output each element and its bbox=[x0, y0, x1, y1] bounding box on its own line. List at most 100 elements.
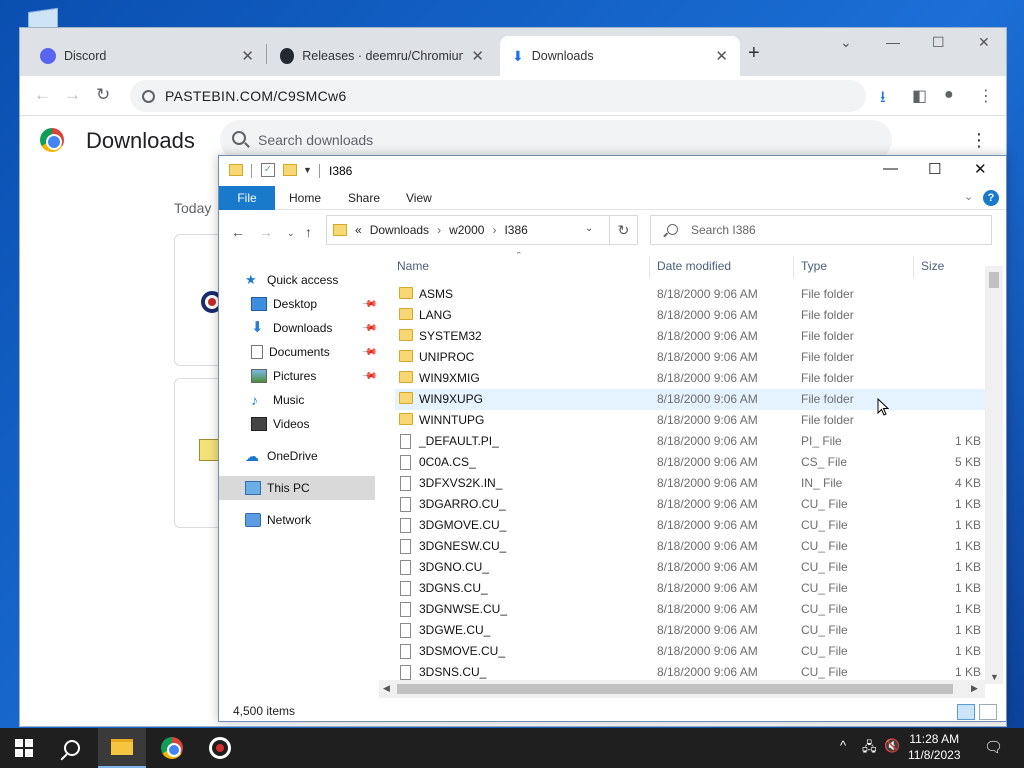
tab-releases[interactable]: Releases · deemru/Chromium-G ✕ bbox=[268, 36, 496, 76]
horizontal-scrollbar[interactable]: ◀ ▶ bbox=[379, 680, 985, 698]
nav-item-onedrive[interactable]: ☁ OneDrive bbox=[219, 444, 375, 468]
downloads-search-input[interactable]: Search downloads bbox=[220, 120, 892, 160]
nav-item-music[interactable]: ♪ Music bbox=[219, 388, 375, 412]
recent-locations-icon[interactable]: ⌄ bbox=[287, 228, 295, 239]
forward-button[interactable]: → bbox=[259, 224, 273, 240]
close-window-button[interactable]: ✕ bbox=[978, 34, 990, 51]
minimize-button[interactable]: — bbox=[883, 160, 898, 177]
breadcrumb-overflow[interactable]: « bbox=[355, 223, 362, 237]
taskbar-chrome[interactable] bbox=[148, 728, 196, 768]
breadcrumb-i386[interactable]: I386 bbox=[504, 223, 527, 237]
new-tab-button[interactable]: + bbox=[748, 42, 760, 65]
vertical-scrollbar[interactable]: ▼ bbox=[985, 266, 1003, 684]
address-bar[interactable]: « Downloads › w2000 › I386 ⌄ bbox=[326, 215, 610, 245]
table-row[interactable]: 3DGNESW.CU_ 8/18/2000 9:06 AM CU_ File 1 KB bbox=[395, 536, 985, 557]
table-row[interactable]: 3DGARRO.CU_ 8/18/2000 9:06 AM CU_ File 1 KB bbox=[395, 494, 985, 515]
ribbon-tab-file[interactable]: File bbox=[219, 186, 275, 210]
refresh-button[interactable]: ↻ bbox=[610, 215, 638, 245]
table-row[interactable]: SYSTEM32 8/18/2000 9:06 AM File folder bbox=[395, 326, 985, 347]
details-view-icon[interactable] bbox=[957, 704, 975, 720]
table-row[interactable]: 0C0A.CS_ 8/18/2000 9:06 AM CS_ File 5 KB bbox=[395, 452, 985, 473]
table-row[interactable]: 3DGNWSE.CU_ 8/18/2000 9:06 AM CU_ File 1 KB bbox=[395, 599, 985, 620]
taskbar-chromium[interactable] bbox=[196, 728, 244, 768]
table-row[interactable]: 3DGWE.CU_ 8/18/2000 9:06 AM CU_ File 1 KB bbox=[395, 620, 985, 641]
scroll-right-arrow-icon[interactable]: ▶ bbox=[971, 683, 978, 694]
notification-center-icon[interactable]: 🗨 bbox=[984, 738, 1003, 756]
volume-muted-icon[interactable]: 🔇 bbox=[884, 738, 900, 754]
pin-icon[interactable]: 📌 bbox=[361, 344, 378, 361]
ribbon-tab-view[interactable]: View bbox=[406, 191, 432, 205]
table-row[interactable]: _DEFAULT.PI_ 8/18/2000 9:06 AM PI_ File 1 K… bbox=[395, 431, 985, 452]
expand-ribbon-icon[interactable]: ⌄ bbox=[964, 190, 973, 203]
back-button[interactable]: ← bbox=[231, 224, 245, 240]
start-button[interactable] bbox=[0, 728, 48, 768]
breadcrumb-w2000[interactable]: w2000 bbox=[449, 223, 484, 237]
tab-downloads[interactable]: ⬇ Downloads ✕ bbox=[500, 36, 740, 76]
help-icon[interactable]: ? bbox=[983, 190, 999, 206]
column-separator[interactable] bbox=[913, 256, 914, 278]
nav-item-quick-access[interactable]: ★ Quick access bbox=[219, 268, 375, 292]
nav-item-downloads[interactable]: ⬇ Downloads 📌 bbox=[219, 316, 378, 340]
side-panel-icon[interactable]: ◧ bbox=[912, 86, 927, 106]
minimize-button[interactable]: — bbox=[886, 34, 900, 50]
maximize-button[interactable]: ☐ bbox=[932, 34, 945, 51]
properties-icon[interactable]: ✓ bbox=[261, 163, 275, 177]
table-row[interactable]: 3DGNS.CU_ 8/18/2000 9:06 AM CU_ File 1 KB bbox=[395, 578, 985, 599]
table-row[interactable]: WIN9XUPG 8/18/2000 9:06 AM File folder bbox=[395, 389, 985, 410]
address-bar[interactable]: PASTEBIN.COM/C9SMCw6 bbox=[130, 80, 866, 112]
column-separator[interactable] bbox=[649, 256, 650, 278]
scroll-thumb[interactable] bbox=[989, 272, 999, 288]
pin-icon[interactable]: 📌 bbox=[361, 296, 378, 313]
pin-icon[interactable]: 📌 bbox=[361, 320, 378, 337]
scroll-down-arrow-icon[interactable]: ▼ bbox=[990, 672, 999, 682]
network-status-icon[interactable]: 🖧 bbox=[862, 738, 877, 760]
column-separator[interactable] bbox=[793, 256, 794, 278]
taskbar-search-button[interactable] bbox=[48, 728, 96, 768]
forward-button[interactable]: → bbox=[64, 85, 81, 105]
show-hidden-icons-icon[interactable]: ^ bbox=[840, 738, 846, 753]
table-row[interactable]: WIN9XMIG 8/18/2000 9:06 AM File folder bbox=[395, 368, 985, 389]
ribbon-tab-share[interactable]: Share bbox=[348, 191, 380, 205]
reload-button[interactable]: ↻ bbox=[96, 85, 110, 105]
search-input[interactable]: Search I386 bbox=[650, 215, 992, 245]
new-folder-icon[interactable] bbox=[283, 164, 297, 176]
scroll-left-arrow-icon[interactable]: ◀ bbox=[383, 683, 390, 694]
back-button[interactable]: ← bbox=[34, 85, 51, 105]
more-actions-icon[interactable]: ⋮ bbox=[970, 130, 988, 151]
table-row[interactable]: LANG 8/18/2000 9:06 AM File folder bbox=[395, 305, 985, 326]
nav-item-network[interactable]: Network bbox=[219, 508, 375, 532]
table-row[interactable]: ASMS 8/18/2000 9:06 AM File folder bbox=[395, 284, 985, 305]
column-header-size[interactable]: Size bbox=[921, 252, 944, 280]
close-icon[interactable]: ✕ bbox=[715, 47, 728, 65]
column-header-name[interactable]: Name bbox=[397, 252, 429, 280]
chrome-menu-icon[interactable]: ⋮ bbox=[978, 86, 994, 106]
tab-discord[interactable]: Discord ✕ bbox=[28, 36, 266, 76]
profile-avatar-icon[interactable]: ● bbox=[944, 86, 954, 104]
up-button[interactable]: ↑ bbox=[305, 224, 312, 240]
close-icon[interactable]: ✕ bbox=[241, 47, 254, 65]
table-row[interactable]: 3DGMOVE.CU_ 8/18/2000 9:06 AM CU_ File 1 KB bbox=[395, 515, 985, 536]
table-row[interactable]: UNIPROC 8/18/2000 9:06 AM File folder bbox=[395, 347, 985, 368]
column-header-type[interactable]: Type bbox=[801, 252, 827, 280]
qat-dropdown-icon[interactable]: ▼ bbox=[303, 165, 312, 175]
ribbon-tab-home[interactable]: Home bbox=[289, 191, 321, 205]
tab-search-icon[interactable]: ⌄ bbox=[840, 34, 852, 51]
scroll-thumb[interactable] bbox=[397, 684, 953, 694]
site-info-icon[interactable] bbox=[142, 89, 155, 103]
table-row[interactable]: WINNTUPG 8/18/2000 9:06 AM File folder bbox=[395, 410, 985, 431]
table-row[interactable]: 3DSMOVE.CU_ 8/18/2000 9:06 AM CU_ File 1 KB bbox=[395, 641, 985, 662]
nav-item-pictures[interactable]: Pictures 📌 bbox=[219, 364, 378, 388]
nav-item-documents[interactable]: Documents 📌 bbox=[219, 340, 378, 364]
close-button[interactable]: ✕ bbox=[974, 160, 987, 178]
breadcrumb-downloads[interactable]: Downloads bbox=[370, 223, 429, 237]
downloads-bubble-icon[interactable]: ⭳ bbox=[880, 86, 886, 113]
nav-item-videos[interactable]: Videos bbox=[219, 412, 375, 436]
large-icons-view-icon[interactable] bbox=[979, 704, 997, 720]
system-clock[interactable]: 11:28 AM 11/8/2023 bbox=[908, 731, 961, 763]
table-row[interactable]: 3DGNO.CU_ 8/18/2000 9:06 AM CU_ File 1 KB bbox=[395, 557, 985, 578]
nav-item-desktop[interactable]: Desktop 📌 bbox=[219, 292, 378, 316]
maximize-button[interactable]: ☐ bbox=[928, 160, 941, 178]
table-row[interactable]: 3DFXVS2K.IN_ 8/18/2000 9:06 AM IN_ File 4 K… bbox=[395, 473, 985, 494]
address-dropdown-icon[interactable]: ⌄ bbox=[585, 223, 593, 234]
nav-item-this-pc[interactable]: This PC bbox=[219, 476, 375, 500]
